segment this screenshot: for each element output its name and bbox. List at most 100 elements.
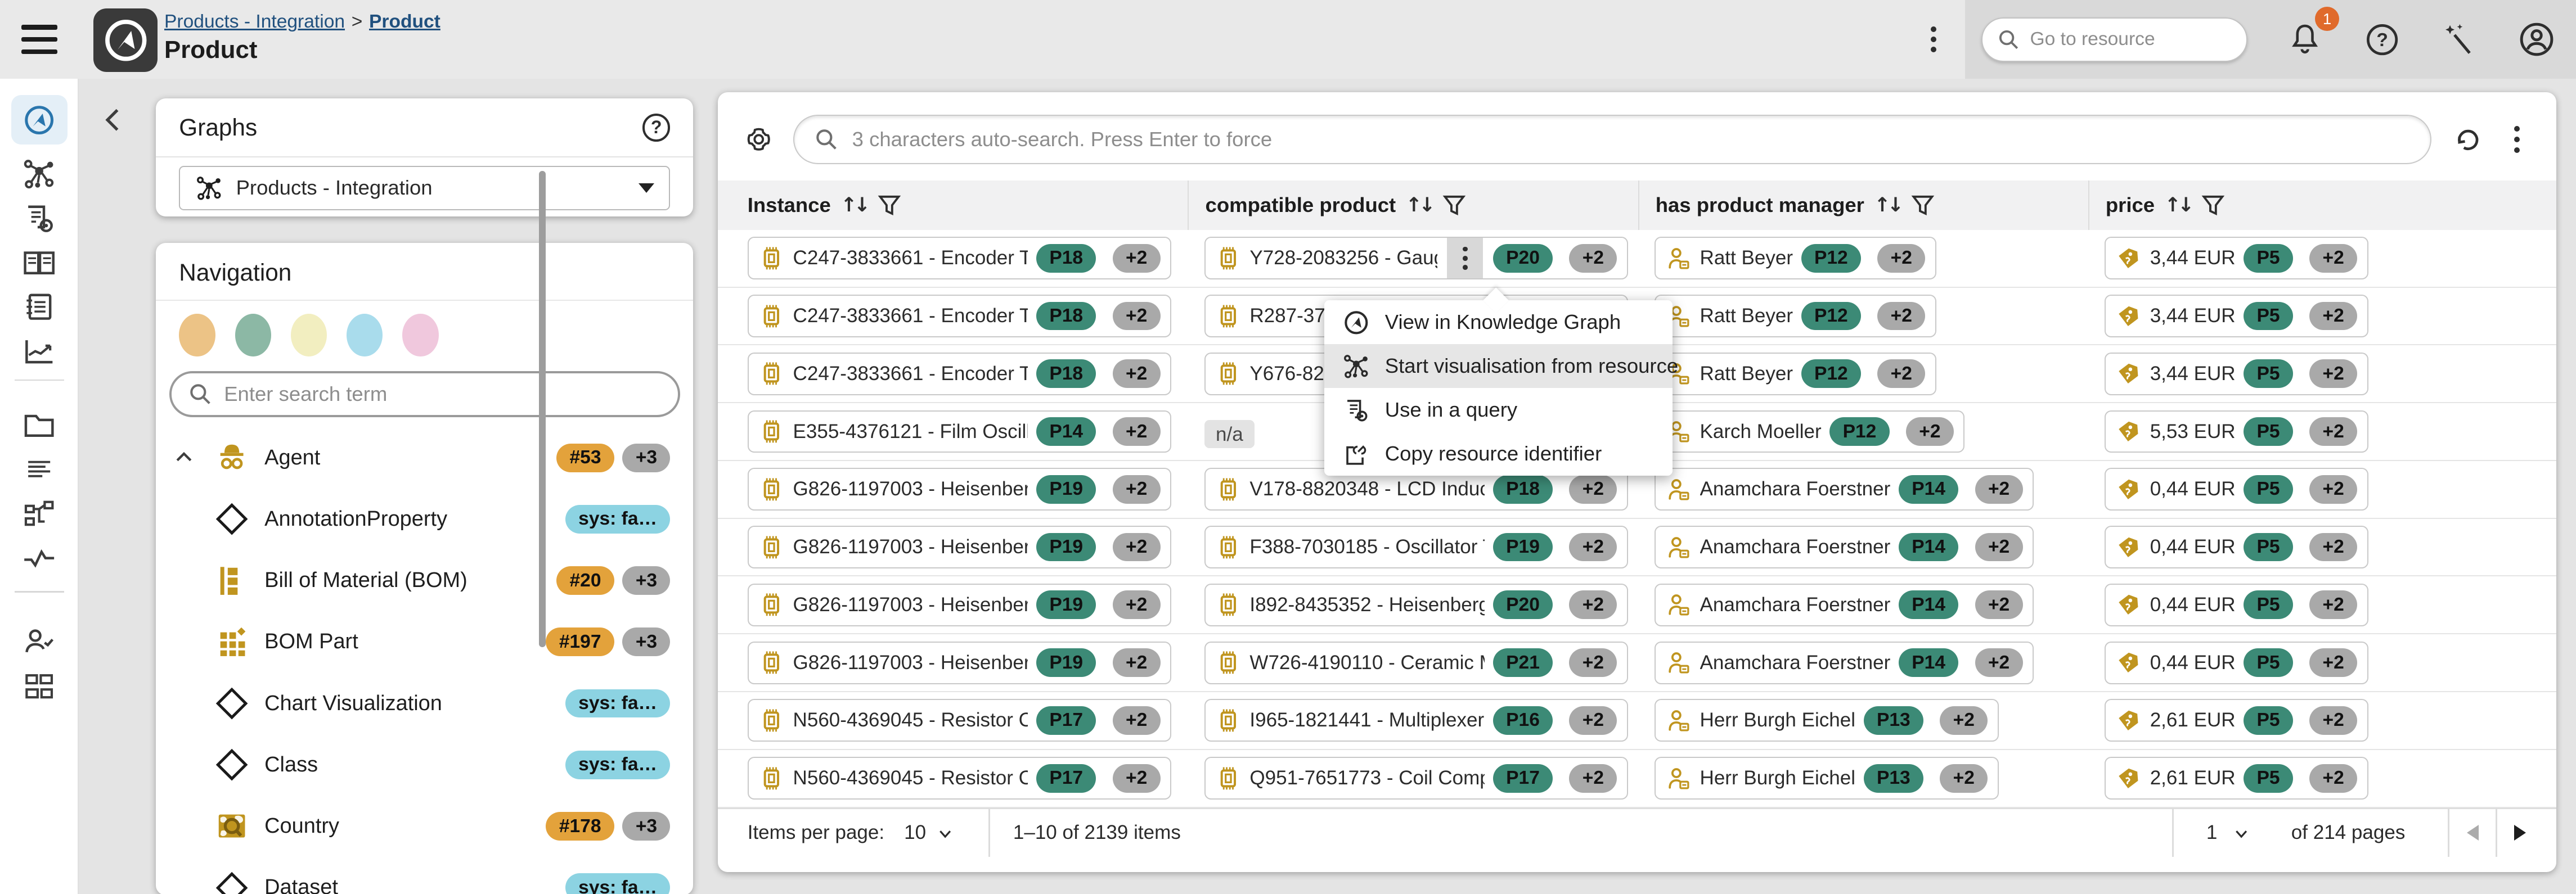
sort-icon[interactable]: ↑↓: [1874, 193, 1900, 216]
price-chip[interactable]: 0,44 EUR P5+2: [2105, 642, 2368, 684]
nav-item-bill-of-material[interactable]: Bill of Material (BOM) #20 +3: [156, 550, 693, 611]
rail-catalog-button[interactable]: [11, 282, 67, 332]
price-chip[interactable]: 0,44 EUR P5+2: [2105, 468, 2368, 511]
price-chip[interactable]: 5,53 EUR P5+2: [2105, 410, 2368, 453]
sort-icon[interactable]: ↑↓: [840, 193, 867, 216]
product-manager-chip[interactable]: Anamchara Foerstner P14+2: [1655, 526, 2034, 568]
product-manager-chip[interactable]: Ratt Beyer P12+2: [1655, 237, 1936, 279]
rail-apps-button[interactable]: [11, 662, 67, 711]
rail-files-button[interactable]: [11, 401, 67, 450]
next-page-button[interactable]: [2497, 809, 2543, 857]
instance-chip[interactable]: G826-1197003 - Heisenberg … P19+2: [748, 584, 1171, 626]
navigation-search[interactable]: [169, 371, 680, 417]
compatible-product-chip[interactable]: I965-1821441 - Multiplexer R… P16+2: [1204, 699, 1628, 742]
instance-chip[interactable]: G826-1197003 - Heisenberg … P19+2: [748, 526, 1171, 568]
app-logo[interactable]: [93, 8, 158, 73]
filter-icon[interactable]: [877, 193, 902, 218]
go-to-resource-search[interactable]: [1981, 17, 2247, 62]
price-chip[interactable]: 3,44 EUR P5+2: [2105, 237, 2368, 279]
instance-chip[interactable]: E355-4376121 - Film Oscillat… P14+2: [748, 410, 1171, 453]
notifications-button[interactable]: 1: [2285, 20, 2325, 59]
table-search[interactable]: [793, 115, 2431, 164]
table-settings-button[interactable]: [741, 121, 777, 157]
compatible-product-chip[interactable]: W726-4190110 - Ceramic M… P21+2: [1204, 642, 1628, 684]
help-button[interactable]: ?: [2362, 20, 2402, 59]
breadcrumb-link-parent[interactable]: Products - Integration: [164, 11, 345, 32]
nav-item-agent[interactable]: Agent #53 +3: [156, 427, 693, 489]
nav-item-chart-visualization[interactable]: Chart Visualization sys: fa…: [156, 672, 693, 734]
nav-item-dataset[interactable]: Dataset sys: fa…: [156, 857, 693, 894]
nav-item-class[interactable]: Class sys: fa…: [156, 734, 693, 796]
compatible-product-chip[interactable]: Q951-7651773 - Coil Compe… P17+2: [1204, 757, 1628, 800]
compatible-product-chip[interactable]: I892-8435352 - Heisenberg L… P20+2: [1204, 584, 1628, 626]
compatible-product-chip[interactable]: F388-7030185 - Oscillator Tr… P19+2: [1204, 526, 1628, 568]
product-manager-chip[interactable]: Karch Moeller P12+2: [1655, 410, 1965, 453]
menu-item-start-visualisation[interactable]: Start visualisation from resource: [1324, 344, 1673, 388]
price-chip[interactable]: 2,61 EUR P5+2: [2105, 757, 2368, 800]
graph-selector-dropdown[interactable]: Products - Integration: [179, 166, 670, 210]
product-manager-chip[interactable]: Anamchara Foerstner P14+2: [1655, 468, 2034, 511]
product-manager-chip[interactable]: Ratt Beyer P12+2: [1655, 295, 1936, 337]
product-manager-chip[interactable]: Herr Burgh Eichel P13+2: [1655, 699, 1999, 742]
sort-icon[interactable]: ↑↓: [2165, 193, 2191, 216]
price-chip[interactable]: 0,44 EUR P5+2: [2105, 526, 2368, 568]
column-header-has-product-manager[interactable]: has product manager ↑↓: [1638, 180, 2105, 230]
table-search-input[interactable]: [852, 128, 2411, 151]
chevron-up-icon[interactable]: [169, 447, 199, 468]
items-per-page-select[interactable]: 10: [904, 821, 952, 844]
graphs-help-icon[interactable]: ?: [642, 114, 671, 142]
price-chip[interactable]: 2,61 EUR P5+2: [2105, 699, 2368, 742]
rail-knowledge-graph-button[interactable]: [11, 95, 67, 145]
nav-item-country[interactable]: Country #178 +3: [156, 796, 693, 857]
rail-monitoring-button[interactable]: [11, 534, 67, 583]
hamburger-menu-icon[interactable]: [21, 25, 57, 55]
navigation-scrollbar[interactable]: [539, 171, 546, 647]
filter-icon[interactable]: [2201, 193, 2226, 218]
instance-chip[interactable]: C247-3833661 - Encoder Tra… P18+2: [748, 353, 1171, 395]
rail-users-button[interactable]: [11, 617, 67, 667]
instance-chip[interactable]: C247-3833661 - Encoder Tra… P18+2: [748, 295, 1171, 337]
product-manager-chip[interactable]: Anamchara Foerstner P14+2: [1655, 584, 2034, 626]
navigation-search-input[interactable]: [224, 382, 662, 406]
instance-chip[interactable]: G826-1197003 - Heisenberg … P19+2: [748, 468, 1171, 511]
nav-item-bom-part[interactable]: BOM Part #197 +3: [156, 611, 693, 672]
rail-vocabulary-button[interactable]: [11, 238, 67, 287]
price-chip[interactable]: 3,44 EUR P5+2: [2105, 295, 2368, 337]
column-header-compatible-product[interactable]: compatible product ↑↓: [1188, 180, 1654, 230]
column-header-instance[interactable]: Instance ↑↓: [748, 180, 1204, 230]
row-kebab-button[interactable]: [1447, 238, 1483, 278]
instance-chip[interactable]: G826-1197003 - Heisenberg … P19+2: [748, 642, 1171, 684]
price-chip[interactable]: 0,44 EUR P5+2: [2105, 584, 2368, 626]
rail-charts-button[interactable]: [11, 327, 67, 376]
rail-text-button[interactable]: [11, 445, 67, 494]
rail-pipelines-button[interactable]: [11, 489, 67, 539]
topbar-kebab-menu[interactable]: [1924, 23, 1944, 56]
collapse-panel-button[interactable]: [98, 105, 128, 135]
user-menu-button[interactable]: [2517, 20, 2556, 59]
compatible-product-chip[interactable]: Y728-2083256 - Gauge … P20+2: [1204, 237, 1628, 279]
nav-item-annotationproperty[interactable]: AnnotationProperty sys: fa…: [156, 489, 693, 550]
product-manager-chip[interactable]: Herr Burgh Eichel P13+2: [1655, 757, 1999, 800]
table-kebab-menu[interactable]: [2497, 120, 2537, 159]
breadcrumb-link-current[interactable]: Product: [369, 11, 440, 32]
product-manager-chip[interactable]: Anamchara Foerstner P14+2: [1655, 642, 2034, 684]
refresh-button[interactable]: [2448, 120, 2487, 159]
product-manager-chip[interactable]: Ratt Beyer P12+2: [1655, 353, 1936, 395]
navigation-class-list: Agent #53 +3 AnnotationProperty sys: fa…: [156, 427, 693, 894]
page-number-select[interactable]: 1: [2174, 809, 2282, 857]
menu-item-use-in-query[interactable]: Use in a query: [1324, 388, 1673, 432]
go-to-resource-input[interactable]: [2030, 29, 2211, 50]
rail-visualisation-button[interactable]: [11, 150, 67, 199]
instance-chip[interactable]: N560-4369045 - Resistor Co… P17+2: [748, 699, 1171, 742]
filter-icon[interactable]: [1910, 193, 1935, 218]
sort-icon[interactable]: ↑↓: [1406, 193, 1432, 216]
column-header-price[interactable]: price ↑↓: [2088, 180, 2556, 230]
instance-chip[interactable]: C247-3833661 - Encoder Tra… P18+2: [748, 237, 1171, 279]
filter-icon[interactable]: [1442, 193, 1467, 218]
rail-queries-button[interactable]: [11, 194, 67, 243]
menu-item-copy-resource-identifier[interactable]: Copy resource identifier: [1324, 432, 1673, 476]
assistant-button[interactable]: [2440, 20, 2479, 59]
instance-chip[interactable]: N560-4369045 - Resistor Co… P17+2: [748, 757, 1171, 800]
price-chip[interactable]: 3,44 EUR P5+2: [2105, 353, 2368, 395]
previous-page-button[interactable]: [2449, 809, 2496, 857]
